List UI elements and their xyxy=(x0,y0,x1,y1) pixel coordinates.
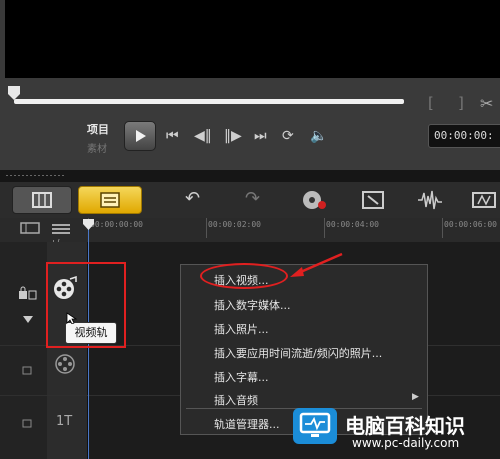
auto-music-icon[interactable] xyxy=(470,188,498,212)
divider-grip-icon xyxy=(5,174,65,177)
ruler-tick-label: 00:00:00:00 xyxy=(90,220,143,229)
track-manager-icon[interactable] xyxy=(20,221,42,235)
mode-project-label[interactable]: 项目 xyxy=(87,121,109,137)
play-icon xyxy=(136,130,146,142)
mixer-icon[interactable] xyxy=(360,188,388,212)
lock-track-icon[interactable] xyxy=(18,286,38,300)
title-track-lock-icon[interactable] xyxy=(22,416,36,428)
annotation-arrow-icon xyxy=(290,252,343,277)
panel-divider[interactable] xyxy=(0,170,500,182)
watermark-title: 电脑百科知识 xyxy=(345,414,465,438)
audio-waveform-icon[interactable] xyxy=(416,188,444,212)
menu-item-insert-digital-media[interactable]: 插入数字媒体... xyxy=(214,297,291,313)
preview-screen xyxy=(5,0,500,78)
undo-icon[interactable]: ↶ xyxy=(185,188,200,209)
watermark-logo xyxy=(293,408,337,444)
ruler-tick-label: 00:00:02:00 xyxy=(208,220,261,229)
next-frame-icon[interactable]: ‖▶ xyxy=(224,128,242,144)
record-capture-icon[interactable] xyxy=(300,188,328,212)
filmstrip-icon xyxy=(32,192,52,208)
redo-icon[interactable]: ↷ xyxy=(245,188,260,209)
chapter-list-icon[interactable] xyxy=(50,222,72,236)
annotation-highlight-oval xyxy=(200,263,288,289)
ruler-tick-label: 00:00:04:00 xyxy=(326,220,379,229)
menu-item-track-manager[interactable]: 轨道管理器... xyxy=(214,416,280,432)
repeat-icon[interactable]: ⟳ xyxy=(282,128,294,144)
video-track-tooltip: 视频轨 xyxy=(65,322,117,344)
menu-item-insert-audio[interactable]: 插入音频 xyxy=(214,392,258,408)
watermark-url: www.pc-daily.com xyxy=(352,436,460,450)
monitor-icon xyxy=(299,412,331,437)
mode-clip-label[interactable]: 素材 xyxy=(87,140,107,155)
overlay-track-lock-icon[interactable] xyxy=(22,363,36,375)
split-clip-icon[interactable]: ✂ xyxy=(480,94,493,113)
go-to-start-icon[interactable]: ⏮ xyxy=(166,128,179,144)
expand-track-icon[interactable] xyxy=(23,316,33,323)
mouse-cursor-icon xyxy=(66,312,78,324)
previous-frame-icon[interactable]: ◀‖ xyxy=(194,128,212,144)
title-track-icon[interactable]: 1T xyxy=(56,414,72,429)
scrub-bar[interactable] xyxy=(14,99,404,104)
menu-item-insert-subtitle[interactable]: 插入字幕... xyxy=(214,369,269,385)
mark-in-icon[interactable]: [ xyxy=(428,94,434,112)
storyboard-view-button[interactable] xyxy=(12,186,72,214)
play-button[interactable] xyxy=(124,121,156,151)
scrub-handle[interactable] xyxy=(8,86,20,100)
ruler-tick-label: 00:00:06:00 xyxy=(444,220,497,229)
timecode-display[interactable]: 00:00:00: xyxy=(428,124,500,148)
overlay-track-icon[interactable] xyxy=(54,352,78,376)
ruler-tick xyxy=(206,218,207,238)
ruler-tick xyxy=(442,218,443,238)
mark-out-icon[interactable]: ] xyxy=(458,94,464,112)
submenu-arrow-icon: ▶ xyxy=(412,392,419,402)
ruler-tick xyxy=(324,218,325,238)
volume-icon[interactable]: 🔈 xyxy=(310,128,327,144)
menu-item-insert-photo[interactable]: 插入照片... xyxy=(214,321,269,337)
menu-item-insert-time-lapse-photo[interactable]: 插入要应用时间流逝/频闪的照片... xyxy=(214,345,382,361)
timeline-icon xyxy=(100,192,120,208)
timeline-view-button[interactable] xyxy=(78,186,142,214)
go-to-end-icon[interactable]: ⏭ xyxy=(254,128,267,144)
playhead-handle[interactable] xyxy=(83,219,94,230)
